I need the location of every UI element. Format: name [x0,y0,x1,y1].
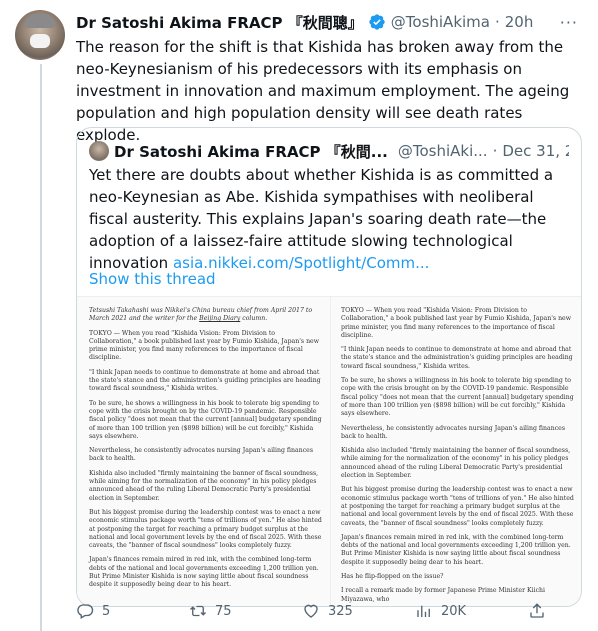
show-thread-link[interactable]: Show this thread [89,270,216,288]
article-paragraph: Japan's finances remain mired in red ink… [341,533,571,566]
article-paragraph: TOKYO — When you read "Kishida Vision: F… [89,329,320,362]
share-icon [530,603,544,618]
thread-connector-line [40,64,42,631]
article-paragraph: Nevertheless, he consistently advocates … [89,447,314,463]
reply-count: 5 [102,603,111,619]
avatar[interactable] [15,10,65,60]
article-paragraph: Kishida also included "firmly maintainin… [341,447,571,480]
article-paragraph: But his biggest promise during the leade… [89,508,322,550]
retweet-icon [190,605,206,617]
article-byline: Tetsushi Takahashi was Nikkei's China bu… [89,307,313,323]
quoted-tweet[interactable]: Dr Satoshi Akima FRACP 『秋間... @ToshiAki.… [76,127,582,607]
article-paragraph: To be sure, he shows a willingness in hi… [89,399,322,440]
quoted-date: Dec 31, 2022 [502,142,569,160]
separator-dot: · [494,13,500,31]
article-paragraph: But his biggest promise during the leade… [341,486,574,527]
quoted-author-name: Dr Satoshi Akima FRACP 『秋間... [114,142,388,161]
views-icon [417,605,430,617]
article-paragraph: Nevertheless, he consistently advocates … [341,424,566,440]
article-column-right: TOKYO — When you read "Kishida Vision: F… [330,297,581,606]
reply-icon [77,604,94,619]
views-button[interactable]: 20K [415,602,528,620]
article-paragraph: Japan's finances remain mired in red ink… [89,556,319,589]
retweet-count: 75 [215,603,232,619]
quoted-avatar [89,141,109,161]
verified-badge-icon [369,14,385,30]
retweet-button[interactable]: 75 [189,602,302,620]
timestamp[interactable]: 20h [505,13,534,31]
separator-dot: · [492,142,498,160]
author-handle[interactable]: @ToshiAkima [391,13,490,31]
like-button[interactable]: 325 [302,602,415,620]
article-paragraph: TOKYO — When you read "Kishida Vision: F… [341,307,572,339]
heart-icon [304,604,318,618]
reply-button[interactable]: 5 [76,602,189,620]
share-button[interactable] [528,602,546,620]
like-count: 325 [328,603,353,619]
views-count: 20K [441,603,467,619]
article-screenshot-image[interactable]: Tetsushi Takahashi was Nikkei's China bu… [77,296,581,606]
tweet-header: Dr Satoshi Akima FRACP 『秋間聰』 @ToshiAkima… [76,11,533,33]
author-name[interactable]: Dr Satoshi Akima FRACP 『秋間聰』 [76,12,363,33]
article-paragraph: "I think Japan needs to continue to demo… [341,346,573,370]
article-column-left: Tetsushi Takahashi was Nikkei's China bu… [77,297,330,606]
more-icon[interactable]: ··· [560,13,578,32]
quoted-tweet-header: Dr Satoshi Akima FRACP 『秋間... @ToshiAki.… [89,140,569,162]
quoted-tweet-text: Yet there are doubts about whether Kishi… [89,164,571,274]
article-paragraph: "I think Japan needs to continue to demo… [89,368,321,393]
article-paragraph: To be sure, he shows a willingness in hi… [341,377,574,418]
tweet-actions-bar: 5 75 325 20K [76,600,576,622]
article-paragraph: Has he flip-flopped on the issue? [341,573,444,581]
article-paragraph: Kishida also included "firmly maintainin… [89,469,319,502]
quoted-author-handle: @ToshiAki... [397,142,488,160]
